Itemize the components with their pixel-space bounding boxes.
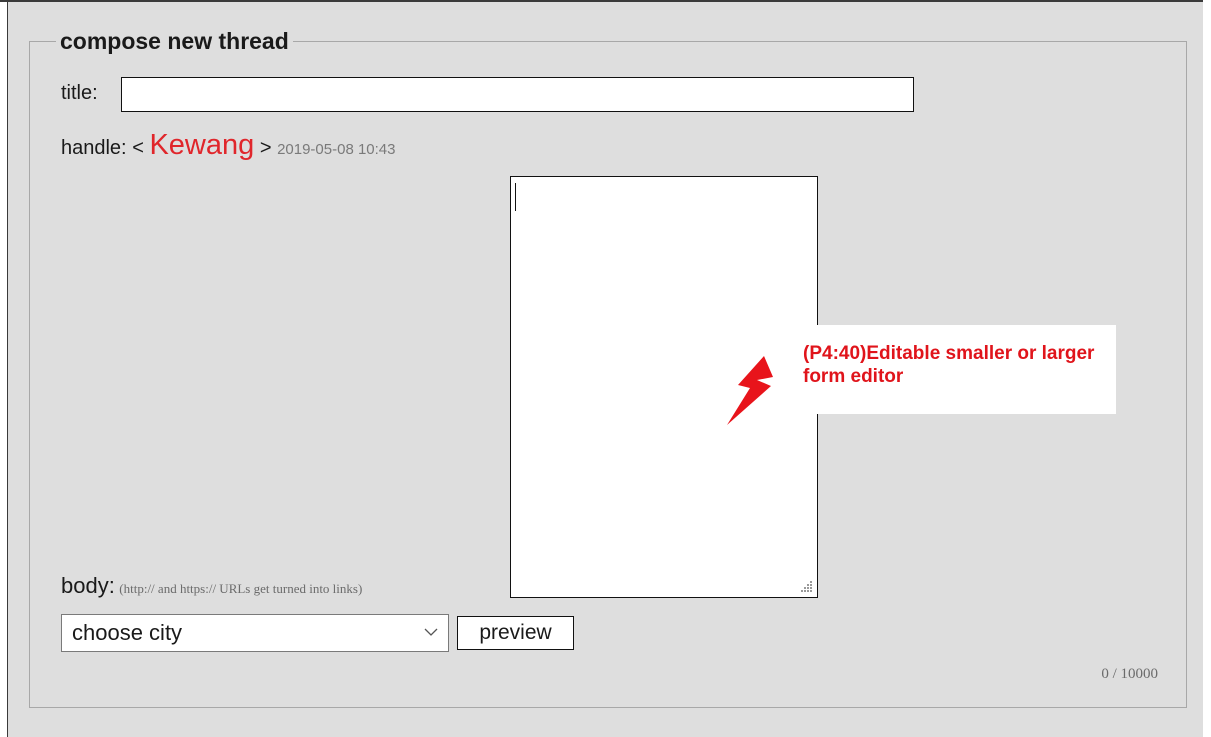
body-label-row: body: (http:// and https:// URLs get tur… — [61, 573, 362, 599]
chevron-down-icon — [424, 628, 438, 636]
character-counter: 0 / 10000 — [1101, 666, 1158, 682]
annotation-callout: (P4:40)Editable smaller or larger form e… — [796, 325, 1116, 414]
timestamp: 2019-05-08 10:43 — [277, 141, 396, 158]
compose-legend: compose new thread — [56, 27, 293, 55]
page: compose new thread title: handle: < Kewa… — [0, 0, 1211, 737]
handle-open-bracket: < — [132, 137, 144, 159]
city-select-value: choose city — [72, 620, 183, 645]
text-caret — [515, 183, 516, 211]
body-hint: (http:// and https:// URLs get turned in… — [119, 581, 363, 596]
lightning-arrow-icon — [727, 356, 773, 425]
body-label: body: — [61, 573, 115, 598]
title-label: title: — [61, 82, 98, 104]
handle-label: handle: — [61, 137, 127, 159]
city-select[interactable]: choose city — [61, 614, 449, 652]
annotation-text: (P4:40)Editable smaller or larger form e… — [803, 343, 1095, 387]
preview-button[interactable]: preview — [457, 616, 574, 650]
resize-grip-icon[interactable] — [799, 579, 813, 593]
title-input[interactable] — [121, 77, 914, 112]
handle-close-bracket: > — [259, 137, 272, 159]
handle-name: Kewang — [149, 129, 255, 161]
handle-row: handle: < Kewang > 2019-05-08 10:43 — [61, 128, 396, 167]
